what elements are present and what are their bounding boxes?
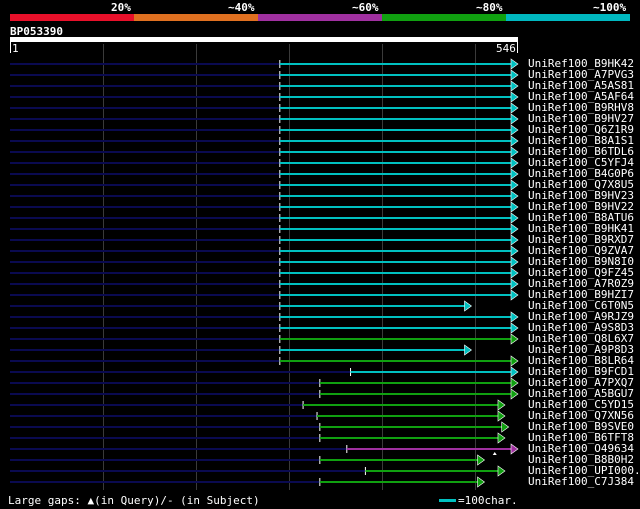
hit-arrow-icon — [510, 311, 519, 323]
hit-arrow-icon — [477, 454, 486, 466]
hit-arrow-icon — [477, 476, 486, 488]
hit-arrow-icon — [510, 102, 519, 114]
hit-arrow-icon — [510, 91, 519, 103]
hit-arrow-icon — [510, 234, 519, 246]
query-gap-marker-icon — [492, 452, 497, 455]
hit-arrow-icon — [464, 300, 472, 312]
hit-arrow-icon — [510, 289, 519, 301]
hit-arrow-icon — [510, 190, 519, 202]
hit-arrow-icon — [510, 157, 519, 169]
hit-arrow-icon — [510, 201, 519, 213]
hit-arrow-icon — [510, 267, 519, 279]
hit-arrow-icon — [510, 245, 519, 257]
hit-arrow-icon — [497, 399, 506, 411]
hit-arrow-icon — [510, 388, 519, 400]
blast-hit-overview: 20% ~40% ~60% ~80% ~100% BP053390 1 546 UniR… — [0, 0, 640, 509]
scale-legend-label: =100char. — [458, 494, 518, 507]
hit-arrow-icon — [510, 377, 519, 389]
hit-arrow-icon — [497, 432, 506, 444]
gaps-legend: Large gaps: ▲(in Query)/- (in Subject) — [8, 494, 260, 507]
hit-arrow-icon — [510, 223, 519, 235]
hit-name[interactable]: UniRef100_C7J384 — [528, 476, 634, 487]
hit-arrow-icon — [497, 465, 506, 477]
hit-arrow-icon — [510, 113, 519, 125]
hit-arrow-icon — [464, 344, 472, 356]
hit-arrow-icon — [510, 212, 519, 224]
hit-arrow-icon — [510, 322, 519, 334]
hit-arrow-icon — [510, 366, 519, 378]
hit-arrow-icon — [510, 179, 519, 191]
hit-arrow-icon — [510, 168, 519, 180]
hit-arrow-icon — [510, 69, 519, 81]
hit-arrow-icon — [510, 124, 519, 136]
hit-arrow-icon — [501, 421, 510, 433]
hit-arrow-icon — [510, 443, 519, 455]
hit-arrow-icon — [510, 135, 519, 147]
hit-arrow-icon — [510, 333, 519, 345]
hit-arrow-icon — [510, 80, 519, 92]
hit-arrow-icon — [510, 256, 519, 268]
scale-legend-line — [439, 499, 456, 502]
hit-arrow-icon — [497, 410, 506, 422]
hit-arrow-icon — [510, 278, 519, 290]
hit-arrow-icon — [510, 355, 519, 367]
hit-arrow-icon — [510, 58, 519, 70]
hit-arrow-icon — [510, 146, 519, 158]
